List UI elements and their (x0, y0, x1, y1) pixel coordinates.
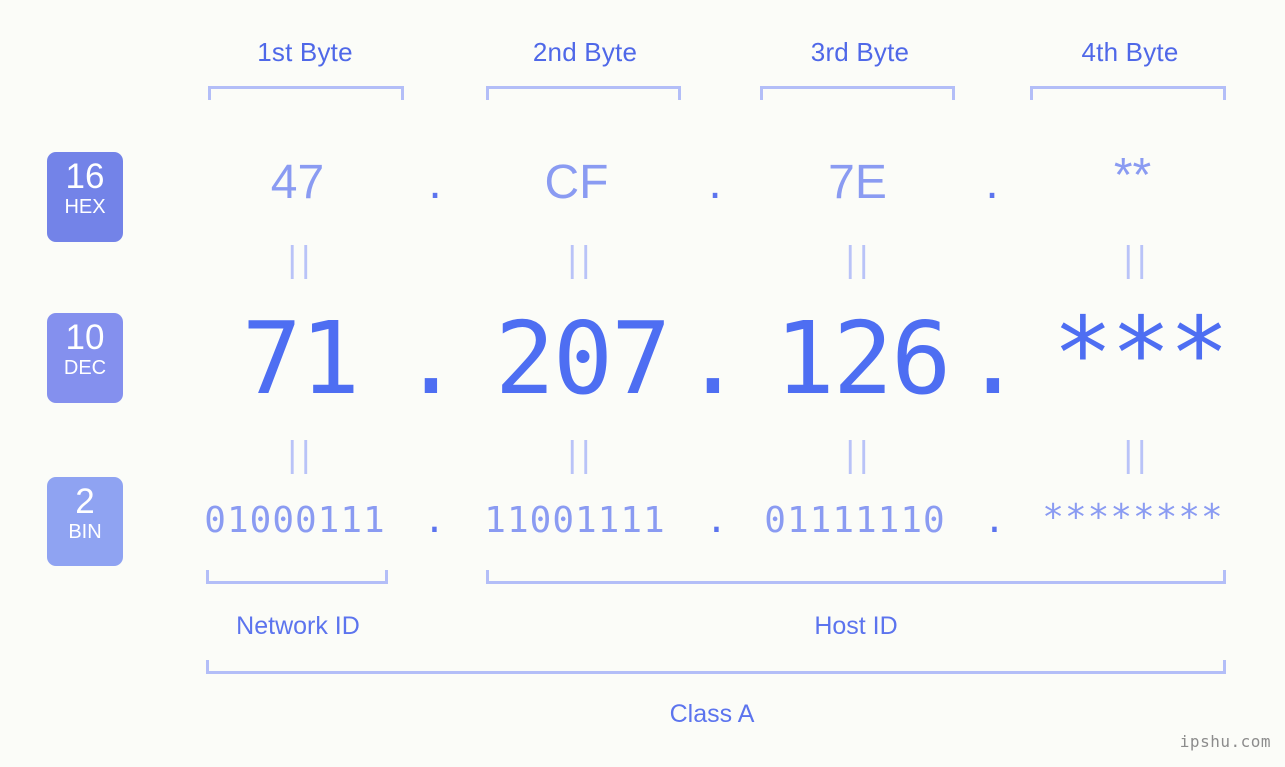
site-watermark: ipshu.com (1179, 732, 1271, 751)
hex-separator-3: . (985, 156, 999, 209)
dec-separator-3: . (962, 300, 1024, 417)
base-badge-bin-number: 2 (75, 482, 95, 521)
hex-separator-2: . (708, 156, 722, 209)
hex-byte-2: CF (544, 156, 609, 209)
byte-bracket-1 (208, 86, 404, 100)
hex-separator-1: . (428, 156, 442, 209)
byte-header-3: 3rd Byte (810, 37, 910, 67)
base-badge-bin: 2 BIN (47, 477, 123, 566)
base-badge-hex-label: HEX (64, 196, 106, 218)
byte-header-2: 2nd Byte (532, 37, 638, 67)
base-badge-hex: 16 HEX (47, 152, 123, 242)
host-id-label: Host ID (814, 612, 898, 640)
ip-address-breakdown-diagram: 1st Byte 2nd Byte 3rd Byte 4th Byte 16 H… (0, 0, 1285, 767)
base-badge-hex-number: 16 (65, 157, 105, 196)
network-id-label: Network ID (236, 612, 360, 640)
class-label: Class A (669, 700, 755, 728)
bin-byte-3: 01111110 (764, 500, 946, 541)
equals-dec-bin-2: || (566, 435, 594, 475)
bin-byte-1: 01000111 (204, 500, 386, 541)
hex-byte-4: ** (1113, 149, 1152, 202)
equals-hex-dec-2: || (566, 240, 594, 280)
class-bracket (206, 660, 1226, 674)
bin-separator-2: . (705, 500, 729, 541)
base-badge-dec-number: 10 (65, 318, 105, 357)
equals-dec-bin-3: || (844, 435, 872, 475)
base-badge-dec-label: DEC (63, 357, 107, 379)
dec-byte-4: *** (1052, 295, 1230, 412)
base-badge-bin-label: BIN (68, 521, 102, 543)
network-id-bracket (206, 570, 388, 584)
byte-bracket-4 (1030, 86, 1226, 100)
byte-bracket-3 (760, 86, 955, 100)
dec-separator-2: . (682, 300, 744, 417)
host-id-bracket (486, 570, 1226, 584)
equals-hex-dec-4: || (1122, 240, 1150, 280)
bin-separator-1: . (423, 500, 447, 541)
equals-hex-dec-3: || (844, 240, 872, 280)
dec-separator-1: . (400, 300, 462, 417)
hex-byte-3: 7E (828, 156, 887, 209)
hex-byte-1: 47 (270, 156, 325, 209)
dec-byte-3: 126 (774, 300, 952, 417)
bin-byte-2: 11001111 (484, 500, 666, 541)
dec-byte-1: 71 (241, 300, 360, 417)
byte-header-4: 4th Byte (1081, 37, 1179, 67)
bin-byte-4: ******** (1042, 497, 1224, 538)
equals-dec-bin-4: || (1122, 435, 1150, 475)
dec-byte-2: 207 (494, 300, 672, 417)
equals-hex-dec-1: || (286, 240, 314, 280)
byte-header-1: 1st Byte (257, 37, 353, 67)
byte-bracket-2 (486, 86, 681, 100)
equals-dec-bin-1: || (286, 435, 314, 475)
bin-separator-3: . (983, 500, 1007, 541)
base-badge-dec: 10 DEC (47, 313, 123, 403)
